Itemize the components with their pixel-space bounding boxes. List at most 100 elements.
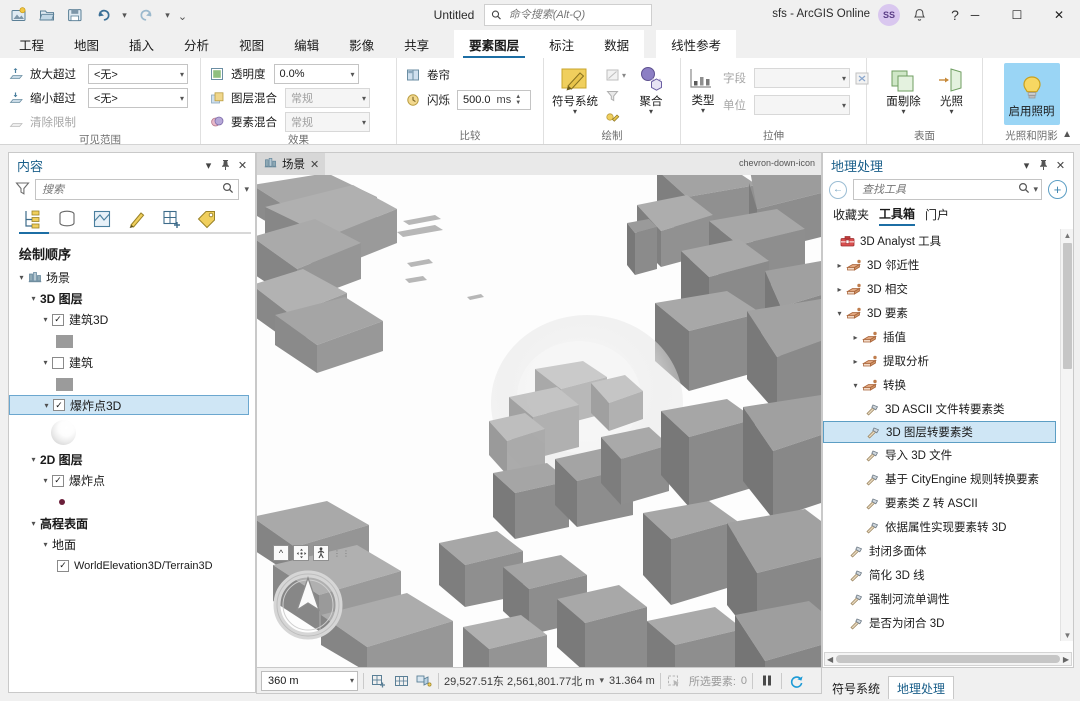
- grid-icon[interactable]: [392, 672, 410, 690]
- undo-dropdown-icon[interactable]: ▾: [118, 3, 131, 27]
- flicker-spinbox[interactable]: 500.0 ms ▲ ▼: [457, 90, 531, 110]
- layer-checkbox[interactable]: ✓: [57, 559, 69, 572]
- plus-circle-icon[interactable]: +: [1048, 180, 1067, 199]
- scene-canvas[interactable]: ^ ⋮⋮: [257, 175, 821, 667]
- tab-imagery[interactable]: 影像: [334, 30, 389, 58]
- chevron-down-icon[interactable]: chevron-down-icon: [739, 158, 815, 168]
- extrusion-unit-combo[interactable]: ▾: [754, 95, 850, 115]
- tab-favorites[interactable]: 收藏夹: [833, 206, 869, 225]
- edit-symbol-icon[interactable]: [602, 107, 622, 127]
- tree-item-buildings-3d[interactable]: ▾ ✓ 建筑3D: [9, 309, 255, 330]
- chevron-down-icon[interactable]: ▾: [649, 108, 653, 116]
- navigation-compass[interactable]: [271, 568, 345, 645]
- pin-icon[interactable]: [1035, 156, 1052, 174]
- search-icon[interactable]: [1018, 182, 1030, 197]
- layer-blend-combo[interactable]: 常规 ▾: [285, 88, 370, 108]
- layer-checkbox[interactable]: ✓: [52, 313, 64, 326]
- close-icon[interactable]: ✕: [234, 156, 251, 174]
- tab-portal[interactable]: 门户: [925, 206, 949, 225]
- gp-item-interpolation[interactable]: ▸ 插值: [823, 325, 1073, 349]
- filter-visibility-icon[interactable]: [602, 65, 622, 85]
- search-icon[interactable]: [222, 182, 234, 197]
- tree-item-3d-layers[interactable]: ▾ 3D 图层: [9, 288, 255, 309]
- twisty-icon[interactable]: ▾: [27, 455, 40, 464]
- tab-data[interactable]: 数据: [589, 30, 644, 58]
- pin-icon[interactable]: [217, 156, 234, 174]
- list-by-labeling-tab[interactable]: [194, 207, 220, 231]
- redo-dropdown-icon[interactable]: ▾: [161, 3, 174, 27]
- minimize-button[interactable]: ─: [954, 0, 996, 30]
- pan-tool[interactable]: [293, 545, 309, 561]
- contents-search-input-wrap[interactable]: [35, 179, 240, 200]
- list-by-snapping-tab[interactable]: [159, 207, 185, 231]
- maximize-button[interactable]: ☐: [996, 0, 1038, 30]
- command-search-box[interactable]: [484, 4, 652, 26]
- chevron-down-icon[interactable]: ▾: [573, 108, 577, 116]
- geoprocessing-search-input[interactable]: [860, 182, 1016, 197]
- tree-item-explosion-points[interactable]: ▾ ✓ 爆炸点: [9, 470, 255, 491]
- scrollbar-thumb[interactable]: [1063, 243, 1072, 369]
- tab-toolboxes[interactable]: 工具箱: [879, 205, 916, 226]
- gp-item-ascii3d-to-featureclass[interactable]: 3D ASCII 文件转要素类: [823, 397, 1073, 421]
- open-project-icon[interactable]: [34, 3, 60, 27]
- clear-limits-row[interactable]: 清除限制: [6, 111, 76, 133]
- gp-item-conversion[interactable]: ▾ 转换: [823, 373, 1073, 397]
- gp-item-feature-to-3d-by-attribute[interactable]: 依据属性实现要素转 3D: [823, 515, 1073, 539]
- tab-project[interactable]: 工程: [4, 30, 59, 58]
- bottom-tab-geoprocessing[interactable]: 地理处理: [888, 676, 955, 701]
- tab-linear-referencing[interactable]: 线性参考: [656, 30, 737, 58]
- gp-item-featureclass-z-to-ascii[interactable]: 要素类 Z 转 ASCII: [823, 491, 1073, 515]
- chevron-down-icon[interactable]: ▾: [901, 108, 905, 116]
- gp-item-simplify-3d-line[interactable]: 简化 3D 线: [823, 563, 1073, 587]
- feature-blend-combo[interactable]: 常规 ▾: [285, 112, 370, 132]
- tab-feature-layer[interactable]: 要素图层: [454, 30, 535, 58]
- tree-item-buildings[interactable]: ▾ 建筑: [9, 352, 255, 373]
- symbology-button[interactable]: 符号系统 ▾: [550, 63, 600, 116]
- tab-view[interactable]: 视图: [224, 30, 279, 58]
- refresh-icon[interactable]: [787, 672, 805, 690]
- new-project-icon[interactable]: [6, 3, 32, 27]
- list-by-selection-tab[interactable]: [89, 207, 115, 231]
- aggregation-button[interactable]: 聚合 ▾: [628, 63, 674, 116]
- zoom-in-beyond-combo[interactable]: <无> ▾: [88, 64, 188, 84]
- scroll-right-icon[interactable]: ▶: [1063, 655, 1069, 664]
- zoom-out-beyond-combo[interactable]: <无> ▾: [88, 88, 188, 108]
- chevron-down-icon[interactable]: ▾: [949, 108, 953, 116]
- gp-item-layer3d-to-featureclass[interactable]: 3D 图层转要素类: [823, 421, 1056, 443]
- twisty-icon[interactable]: ▾: [27, 294, 40, 303]
- transparency-combo[interactable]: 0.0% ▾: [273, 64, 359, 84]
- close-icon[interactable]: ✕: [310, 158, 319, 171]
- twisty-icon[interactable]: ▸: [849, 357, 862, 366]
- tab-insert[interactable]: 插入: [114, 30, 169, 58]
- twisty-icon[interactable]: ▾: [40, 401, 53, 410]
- bell-icon[interactable]: [906, 3, 932, 27]
- tree-item-world-elevation[interactable]: ✓ WorldElevation3D/Terrain3D: [9, 555, 255, 576]
- geoprocessing-search-wrap[interactable]: ▾: [853, 179, 1042, 200]
- list-by-draw-order-tab[interactable]: [19, 207, 45, 231]
- horizontal-scrollbar[interactable]: ◀ ▶: [824, 652, 1072, 666]
- tab-analysis[interactable]: 分析: [169, 30, 224, 58]
- chevron-up-icon[interactable]: ▲: [1058, 127, 1076, 142]
- tab-map[interactable]: 地图: [59, 30, 114, 58]
- tab-edit[interactable]: 编辑: [279, 30, 334, 58]
- scroll-up-icon[interactable]: ▲: [1063, 229, 1072, 241]
- layer-checkbox[interactable]: [52, 356, 64, 369]
- vertical-scrollbar[interactable]: ▲ ▼: [1060, 229, 1073, 641]
- gp-item-enforce-river-monotonicity[interactable]: 强制河流单调性: [823, 587, 1073, 611]
- gp-item-3d-intersect[interactable]: ▸ 3D 相交: [823, 277, 1073, 301]
- gp-item-3d-features[interactable]: ▾ 3D 要素: [823, 301, 1073, 325]
- twisty-icon[interactable]: ▾: [849, 381, 862, 390]
- pause-icon[interactable]: [758, 672, 776, 690]
- twisty-icon[interactable]: ▸: [833, 285, 846, 294]
- tree-item-scene[interactable]: ▾ 场景: [9, 267, 255, 288]
- twisty-icon[interactable]: ▸: [833, 261, 846, 270]
- twisty-icon[interactable]: ▾: [39, 540, 52, 549]
- 3d-measure-icon[interactable]: [415, 672, 433, 690]
- tab-share[interactable]: 共享: [389, 30, 444, 58]
- gp-item-extraction[interactable]: ▸ 提取分析: [823, 349, 1073, 373]
- hscrollbar-thumb[interactable]: [836, 655, 1060, 663]
- walk-tool[interactable]: [313, 545, 329, 561]
- twisty-icon[interactable]: ▾: [27, 519, 40, 528]
- tab-labeling[interactable]: 标注: [534, 30, 589, 58]
- twisty-icon[interactable]: ▾: [39, 358, 52, 367]
